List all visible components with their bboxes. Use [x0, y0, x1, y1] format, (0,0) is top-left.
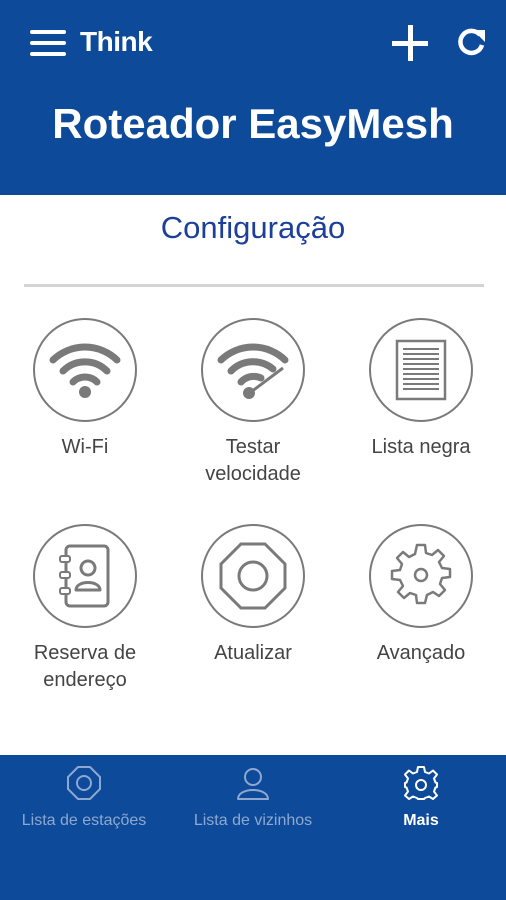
octagon-nut-icon [201, 524, 305, 628]
update-tile[interactable]: Atualizar [169, 524, 337, 667]
nav-neighbor-list-label: Lista de vizinhos [193, 812, 313, 829]
blacklist-tile[interactable]: Lista negra [337, 318, 505, 461]
user-icon [237, 768, 269, 800]
address-book-icon [33, 524, 137, 628]
nav-more[interactable]: Mais [337, 765, 505, 830]
bottom-navigation: Lista de estações Lista de vizinhos Mais [0, 755, 506, 900]
brand-name: Think [80, 26, 153, 57]
section-title: Configuração [160, 210, 346, 245]
update-label: Atualizar [214, 642, 292, 664]
refresh-icon[interactable] [454, 26, 488, 60]
wifi-label: Wi-Fi [61, 436, 109, 458]
address-reservation-label: Reserva de endereço [33, 642, 137, 691]
advanced-label: Avançado [376, 642, 466, 664]
advanced-tile[interactable]: Avançado [337, 524, 505, 667]
nav-station-list-label: Lista de estações [21, 812, 147, 829]
document-list-icon [369, 318, 473, 422]
nav-station-list[interactable]: Lista de estações [0, 765, 168, 830]
address-reservation-tile[interactable]: Reserva de endereço [1, 524, 169, 694]
hamburger-menu-icon[interactable] [30, 28, 68, 58]
speedtest-icon [201, 318, 305, 422]
nav-more-label: Mais [403, 812, 439, 829]
page-title: Roteador EasyMesh [52, 100, 454, 147]
speedtest-label: Testar velocidade [205, 436, 301, 485]
blacklist-label: Lista negra [371, 436, 471, 458]
nav-neighbor-list[interactable]: Lista de vizinhos [169, 765, 337, 830]
speedtest-tile[interactable]: Testar velocidade [169, 318, 337, 488]
app-header: Think Roteador EasyMesh [0, 0, 506, 195]
divider [24, 284, 484, 287]
gear-icon [369, 524, 473, 628]
gear-icon [404, 766, 438, 800]
router-icon [67, 766, 101, 800]
wifi-tile[interactable]: Wi-Fi [1, 318, 169, 461]
plus-icon[interactable] [392, 25, 428, 61]
wifi-icon [33, 318, 137, 422]
